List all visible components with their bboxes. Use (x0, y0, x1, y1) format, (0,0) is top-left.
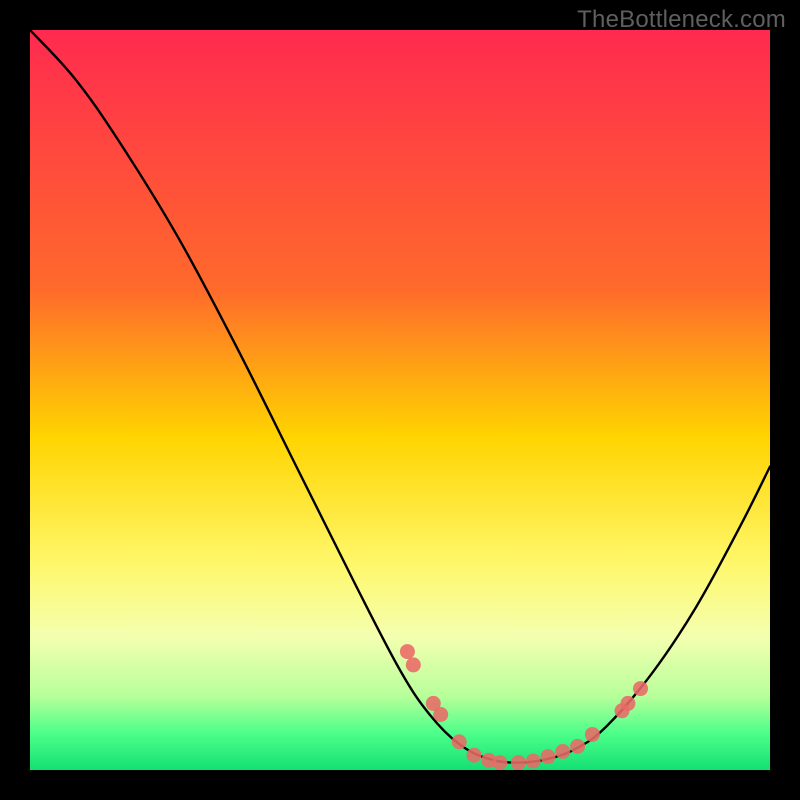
plot-area (30, 30, 770, 770)
chart-frame: TheBottleneck.com (0, 0, 800, 800)
data-marker (467, 748, 482, 763)
data-marker (585, 727, 600, 742)
data-marker (633, 681, 648, 696)
data-marker (452, 734, 467, 749)
chart-svg (30, 30, 770, 770)
data-marker (620, 696, 635, 711)
data-marker (555, 744, 570, 759)
data-marker (400, 644, 415, 659)
chart-background (30, 30, 770, 770)
data-marker (526, 754, 541, 769)
data-marker (406, 657, 421, 672)
data-marker (433, 707, 448, 722)
data-marker (511, 755, 526, 770)
data-marker (570, 739, 585, 754)
data-marker (492, 755, 507, 770)
data-marker (541, 749, 556, 764)
